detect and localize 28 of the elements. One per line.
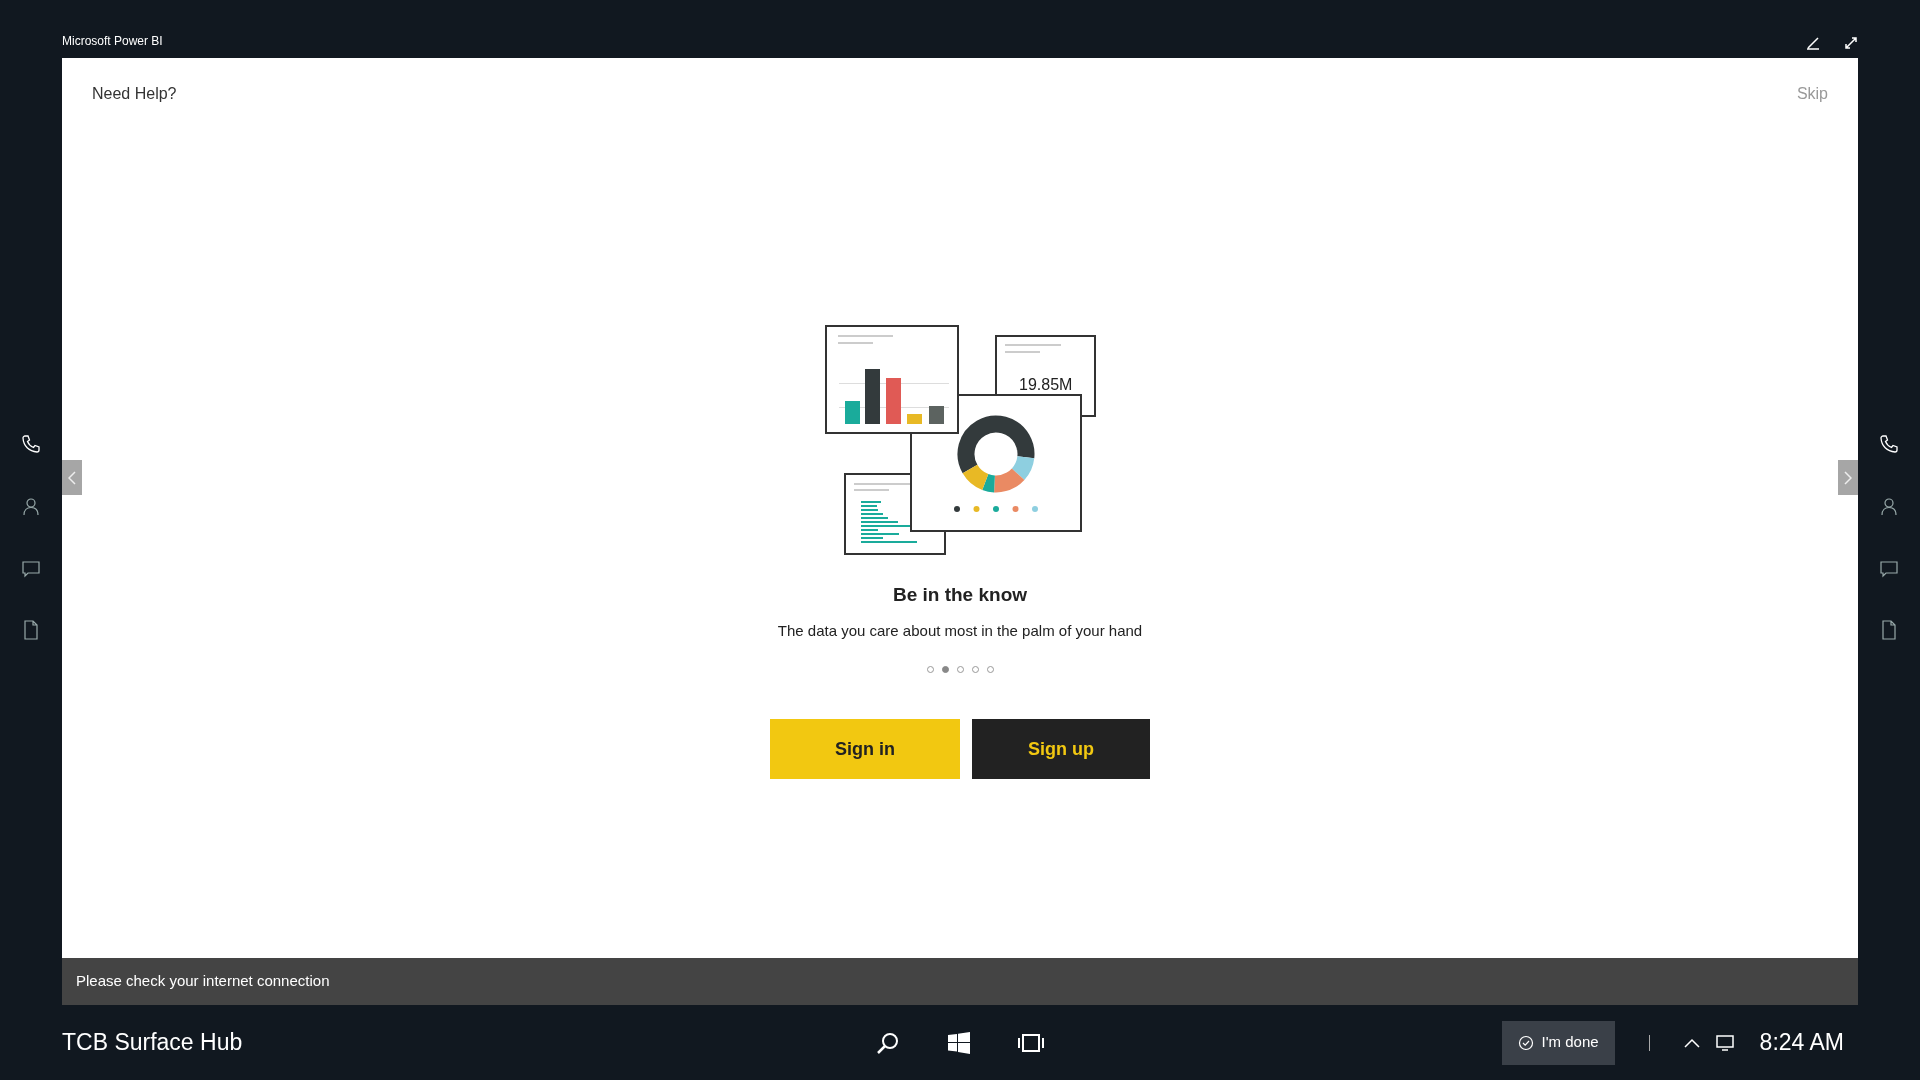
- windows-logo-icon[interactable]: [948, 1031, 970, 1054]
- phone-icon[interactable]: [21, 433, 41, 454]
- slide-title: Be in the know: [892, 583, 1028, 607]
- network-icon[interactable]: [1715, 1034, 1734, 1051]
- page-indicator-dot[interactable]: [941, 666, 949, 673]
- window-title: Microsoft Power BI: [62, 33, 163, 50]
- search-icon[interactable]: [876, 1030, 900, 1055]
- clock: 8:24 AM: [1759, 1028, 1844, 1058]
- person-icon[interactable]: [1879, 495, 1899, 516]
- kpi-value: 19.85M: [1018, 376, 1072, 393]
- phone-icon[interactable]: [1879, 433, 1899, 454]
- document-icon[interactable]: [21, 619, 41, 640]
- chevron-right-icon: [1844, 470, 1852, 485]
- chevron-left-icon: [68, 470, 76, 485]
- need-help-link[interactable]: Need Help?: [92, 82, 177, 106]
- sign-in-button[interactable]: Sign in: [770, 719, 960, 779]
- im-done-button[interactable]: I'm done: [1501, 1020, 1615, 1065]
- device-name: TCB Surface Hub: [62, 1028, 244, 1058]
- sign-up-button[interactable]: Sign up: [972, 719, 1150, 779]
- pen-icon[interactable]: [1806, 36, 1820, 50]
- document-icon[interactable]: [1879, 619, 1899, 640]
- task-view-icon[interactable]: [1018, 1032, 1044, 1053]
- slide-subtitle: The data you care about most in the palm of your hand: [777, 620, 1143, 641]
- chevron-up-icon[interactable]: [1683, 1037, 1700, 1048]
- expand-icon[interactable]: [1844, 36, 1858, 50]
- status-message: Please check your internet connection: [76, 971, 330, 992]
- check-circle-icon: [1517, 1034, 1534, 1051]
- person-icon[interactable]: [21, 495, 41, 516]
